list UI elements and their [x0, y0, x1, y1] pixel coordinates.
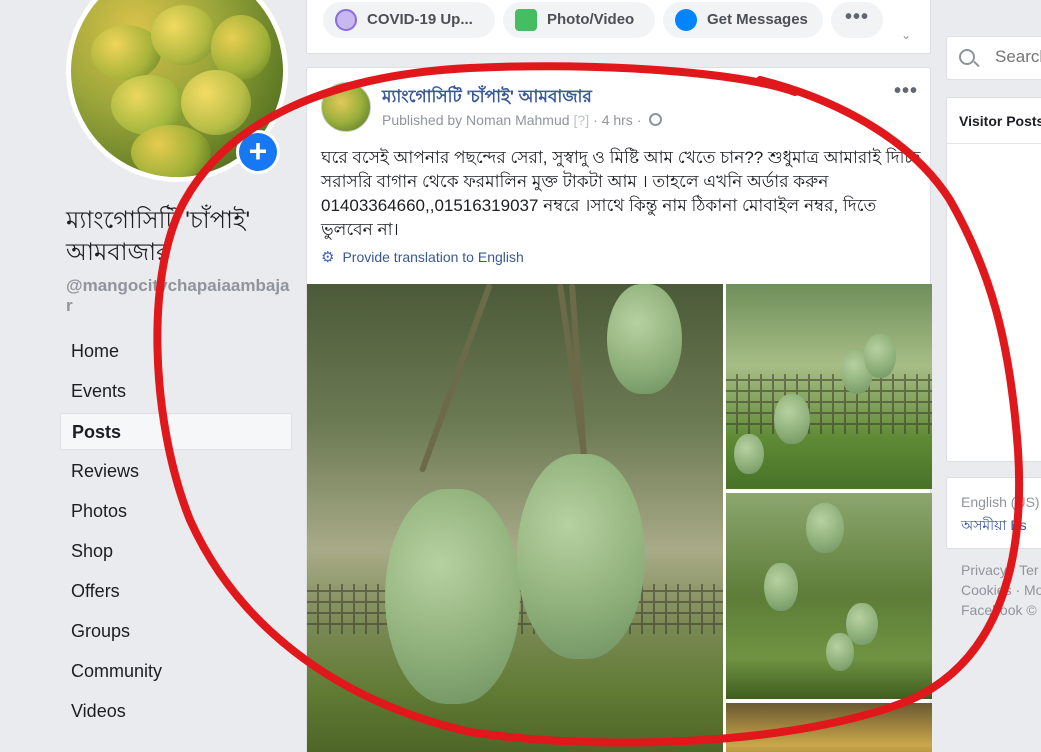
- nav-item-events[interactable]: Events: [60, 373, 292, 410]
- footer-link[interactable]: Privacy · Ter: [961, 560, 1041, 580]
- nav-item-community[interactable]: Community: [60, 653, 292, 690]
- add-profile-photo-button[interactable]: +: [236, 130, 280, 174]
- post-page-name[interactable]: ম্যাংগোসিটি 'চাঁপাই' আমবাজার: [382, 84, 592, 112]
- covid-icon: [335, 9, 357, 31]
- visitor-posts-title: Visitor Posts: [947, 98, 1041, 144]
- photo-icon: [515, 9, 537, 31]
- nav-item-groups[interactable]: Groups: [60, 613, 292, 650]
- page-search[interactable]: [946, 36, 1041, 80]
- search-input[interactable]: [995, 47, 1041, 67]
- post-photo-3[interactable]: [726, 493, 932, 699]
- footer-links: Privacy · Ter Cookies · Mo Facebook ©: [961, 560, 1041, 620]
- composer-more-button[interactable]: •••: [831, 2, 883, 38]
- post-photo-2[interactable]: [726, 284, 932, 489]
- nav-item-reviews[interactable]: Reviews: [60, 453, 292, 490]
- page-title[interactable]: ম্যাংগোসিটি 'চাঁপাই' আমবাজার: [66, 205, 296, 269]
- post-text: ঘরে বসেই আপনার পছন্দের সেরা, সুস্বাদু ও …: [321, 148, 921, 239]
- post-time[interactable]: 4 hrs: [602, 112, 633, 128]
- language-panel: English (US) অসমীয়া Es: [946, 477, 1041, 549]
- published-by[interactable]: Published by Noman Mahmud: [382, 112, 570, 128]
- nav-item-videos[interactable]: Videos: [60, 693, 292, 730]
- post-photo-4[interactable]: [726, 703, 932, 752]
- post-meta: Published by Noman Mahmud [?] · 4 hrs ·: [382, 112, 663, 128]
- page-nav: Home Events Posts Reviews Photos Shop Of…: [60, 333, 292, 733]
- nav-item-photos[interactable]: Photos: [60, 493, 292, 530]
- current-language: English (US): [961, 494, 1040, 510]
- translate-link[interactable]: ⚙ Provide translation to English: [321, 248, 524, 266]
- nav-item-shop[interactable]: Shop: [60, 533, 292, 570]
- get-messages-chip[interactable]: Get Messages: [663, 2, 823, 38]
- post-card: ম্যাংগোসিটি 'চাঁপাই' আমবাজার Published b…: [306, 67, 932, 752]
- plus-icon: +: [239, 133, 277, 171]
- chevron-down-icon[interactable]: ⌄: [901, 28, 911, 42]
- post-avatar[interactable]: [321, 82, 371, 132]
- gear-icon: ⚙: [321, 249, 335, 266]
- covid-update-chip[interactable]: COVID-19 Up...: [323, 2, 495, 38]
- nav-item-posts[interactable]: Posts: [60, 413, 292, 450]
- photo-video-chip[interactable]: Photo/Video: [503, 2, 655, 38]
- page-root: + ম্যাংগোসিটি 'চাঁপাই' আমবাজার @mangocit…: [0, 0, 1041, 752]
- language-option[interactable]: অসমীয়া Es: [961, 514, 1041, 538]
- covid-chip-label: COVID-19 Up...: [367, 11, 473, 28]
- translate-label: Provide translation to English: [342, 249, 524, 265]
- footer-link[interactable]: Cookies · Mo: [961, 580, 1041, 600]
- globe-icon[interactable]: [649, 113, 663, 126]
- messages-chip-label: Get Messages: [707, 11, 808, 28]
- search-icon: [959, 49, 975, 65]
- post-options-button[interactable]: •••: [894, 80, 918, 103]
- page-handle[interactable]: @mangocitychapaiaambajar: [66, 276, 291, 316]
- messenger-icon: [675, 9, 697, 31]
- visitor-posts-panel: Visitor Posts: [946, 97, 1041, 462]
- post-photo-main[interactable]: [307, 284, 723, 752]
- help-link[interactable]: [?]: [574, 112, 590, 128]
- footer-link[interactable]: Facebook ©: [961, 600, 1041, 620]
- nav-item-offers[interactable]: Offers: [60, 573, 292, 610]
- photo-chip-label: Photo/Video: [547, 11, 635, 28]
- nav-item-home[interactable]: Home: [60, 333, 292, 370]
- post-composer: COVID-19 Up... Photo/Video Get Messages …: [306, 0, 931, 54]
